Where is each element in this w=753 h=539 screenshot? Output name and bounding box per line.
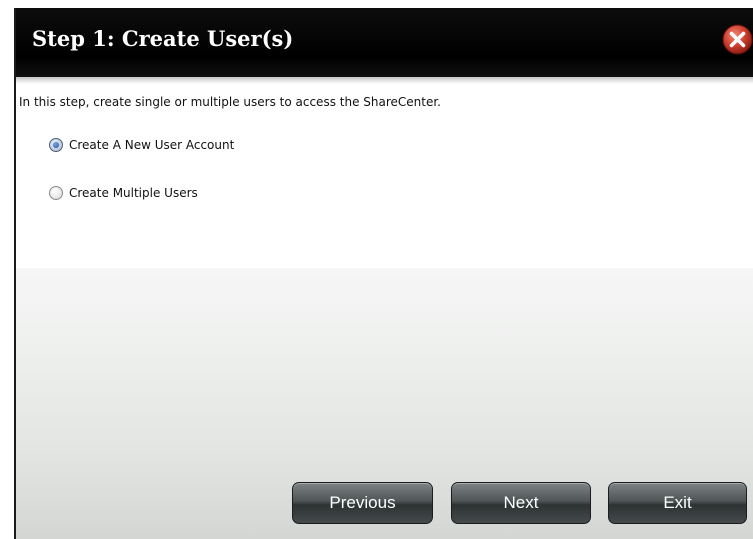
option-create-new-user[interactable]: Create A New User Account (49, 135, 234, 155)
previous-button[interactable]: Previous (292, 482, 433, 524)
radio-create-new-user[interactable] (49, 138, 63, 152)
step-instructions: In this step, create single or multiple … (19, 95, 441, 109)
close-icon (722, 24, 753, 55)
radio-create-multiple-users[interactable] (49, 186, 63, 200)
radio-label-create-multiple-users: Create Multiple Users (69, 186, 198, 200)
dialog-title: Step 1: Create User(s) (32, 26, 294, 51)
close-button[interactable] (722, 24, 753, 55)
exit-button[interactable]: Exit (608, 482, 747, 524)
radio-label-create-new-user: Create A New User Account (69, 138, 235, 152)
titlebar-shadow (14, 77, 753, 84)
next-button[interactable]: Next (451, 482, 591, 524)
dialog-content (16, 84, 753, 268)
option-create-multiple-users[interactable]: Create Multiple Users (49, 183, 198, 203)
create-user-wizard-dialog: Step 1: Create User(s) In this step, cre… (0, 0, 753, 539)
